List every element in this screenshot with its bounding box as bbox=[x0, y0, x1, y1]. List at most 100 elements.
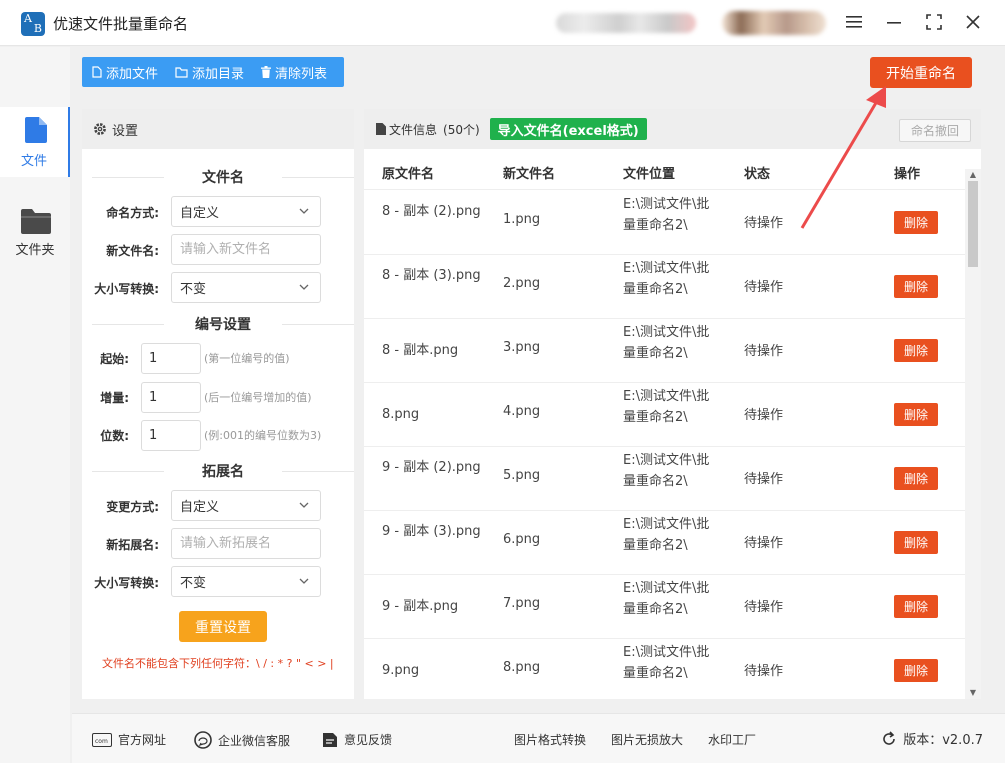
ext-section-title: 拓展名 bbox=[92, 461, 354, 481]
table-row[interactable]: 9 - 副本 (2).png 5.png E:\测试文件\批量重命名2\ 待操作 删除 bbox=[364, 447, 965, 511]
digits-number-input[interactable] bbox=[141, 420, 201, 451]
file-location: E:\测试文件\批量重命名2\ bbox=[623, 645, 710, 681]
nav-file-label: 文件 bbox=[20, 154, 47, 169]
watermark-link[interactable]: 水印工厂 bbox=[708, 731, 756, 748]
file-status: 待操作 bbox=[744, 216, 784, 231]
reset-settings-button[interactable]: 重置设置 bbox=[179, 611, 267, 642]
new-name-input[interactable] bbox=[171, 234, 321, 265]
clear-list-button[interactable]: 清除列表 bbox=[261, 63, 327, 82]
file-status: 待操作 bbox=[744, 472, 784, 487]
wechat-icon bbox=[194, 731, 212, 749]
delete-row-button[interactable]: 删除 bbox=[894, 467, 938, 490]
delete-row-button[interactable]: 删除 bbox=[894, 211, 938, 234]
naming-mode-select[interactable]: 自定义 bbox=[171, 196, 321, 227]
original-filename: 8 - 副本 (3).png bbox=[382, 268, 481, 283]
blurred-user-avatar[interactable] bbox=[722, 11, 826, 35]
document-icon bbox=[376, 123, 386, 135]
digits-hint: (例:001的编号位数为3) bbox=[204, 429, 322, 442]
version-info[interactable]: 版本：v2.0.7 bbox=[881, 729, 983, 748]
step-label: 增量: bbox=[100, 391, 129, 405]
ext-mode-label: 变更方式: bbox=[106, 500, 159, 514]
svg-text:com: com bbox=[95, 738, 108, 745]
add-file-label: 添加文件 bbox=[106, 66, 159, 82]
step-number-input[interactable] bbox=[141, 382, 201, 413]
official-site-label: 官方网址 bbox=[118, 733, 167, 747]
image-enlarge-link[interactable]: 图片无损放大 bbox=[611, 731, 683, 748]
annotation-arrow-icon bbox=[800, 86, 886, 229]
footer-bar: com 官方网址 企业微信客服 意见反馈 图片格式转换 图片无损放大 水印工厂 … bbox=[72, 713, 1005, 763]
file-status: 待操作 bbox=[744, 344, 784, 359]
original-filename: 8.png bbox=[382, 407, 420, 422]
wechat-support-link[interactable]: 企业微信客服 bbox=[194, 731, 290, 749]
case-select[interactable]: 不变 bbox=[171, 272, 321, 303]
col-location: 文件位置 bbox=[623, 167, 676, 182]
start-number-input[interactable] bbox=[141, 343, 201, 374]
file-status: 待操作 bbox=[744, 408, 784, 423]
file-location: E:\测试文件\批量重命名2\ bbox=[623, 581, 710, 617]
ext-mode-select[interactable]: 自定义 bbox=[171, 490, 321, 521]
nav-file[interactable]: 文件 bbox=[0, 107, 70, 177]
table-row[interactable]: 8.png 4.png E:\测试文件\批量重命名2\ 待操作 删除 bbox=[364, 383, 965, 447]
feedback-link[interactable]: 意见反馈 bbox=[322, 731, 392, 748]
import-excel-button[interactable]: 导入文件名(excel格式) bbox=[489, 118, 647, 140]
undo-rename-button[interactable]: 命名撤回 bbox=[899, 119, 971, 142]
table-row[interactable]: 8 - 副本 (3).png 2.png E:\测试文件\批量重命名2\ 待操作 删除 bbox=[364, 255, 965, 319]
add-dir-button[interactable]: 添加目录 bbox=[175, 63, 244, 82]
add-file-button[interactable]: 添加文件 bbox=[92, 63, 158, 82]
toolbar: 添加文件 添加目录 清除列表 bbox=[82, 57, 344, 87]
file-location: E:\测试文件\批量重命名2\ bbox=[623, 197, 710, 233]
chevron-down-icon bbox=[299, 502, 309, 508]
new-filename: 2.png bbox=[503, 276, 541, 291]
minimize-icon[interactable] bbox=[883, 11, 905, 33]
original-filename: 9 - 副本.png bbox=[382, 599, 459, 614]
original-filename: 8 - 副本.png bbox=[382, 343, 459, 358]
image-convert-link[interactable]: 图片格式转换 bbox=[514, 731, 586, 748]
new-ext-label: 新拓展名: bbox=[106, 538, 159, 552]
table-row[interactable]: 9.png 8.png E:\测试文件\批量重命名2\ 待操作 删除 bbox=[364, 639, 965, 699]
feedback-label: 意见反馈 bbox=[344, 733, 393, 747]
original-filename: 9 - 副本 (2).png bbox=[382, 460, 481, 475]
case-label: 大小写转换: bbox=[94, 282, 159, 296]
scroll-thumb[interactable] bbox=[968, 181, 978, 267]
maximize-icon[interactable] bbox=[923, 11, 945, 33]
delete-row-button[interactable]: 删除 bbox=[894, 659, 938, 682]
app-logo-icon: A B bbox=[21, 12, 45, 36]
clear-list-label: 清除列表 bbox=[275, 66, 328, 82]
delete-row-button[interactable]: 删除 bbox=[894, 531, 938, 554]
table-scrollbar[interactable]: ▲ ▼ bbox=[965, 169, 981, 699]
scroll-down-icon[interactable]: ▼ bbox=[968, 688, 978, 698]
wechat-support-label: 企业微信客服 bbox=[218, 733, 291, 748]
add-dir-label: 添加目录 bbox=[192, 66, 245, 82]
delete-row-button[interactable]: 删除 bbox=[894, 275, 938, 298]
delete-row-button[interactable]: 删除 bbox=[894, 403, 938, 426]
table-row[interactable]: 8 - 副本.png 3.png E:\测试文件\批量重命名2\ 待操作 删除 bbox=[364, 319, 965, 383]
ext-mode-value: 自定义 bbox=[180, 500, 220, 515]
delete-row-button[interactable]: 删除 bbox=[894, 595, 938, 618]
logo-letter-b: B bbox=[33, 22, 42, 35]
new-ext-input[interactable] bbox=[171, 528, 321, 559]
case-value: 不变 bbox=[180, 282, 207, 297]
nav-folder[interactable]: 文件夹 bbox=[0, 197, 70, 267]
image-convert-label: 图片格式转换 bbox=[514, 733, 587, 747]
website-icon: com bbox=[92, 732, 112, 747]
official-site-link[interactable]: com 官方网址 bbox=[92, 731, 166, 748]
original-filename: 8 - 副本 (2).png bbox=[382, 204, 481, 219]
table-row[interactable]: 9 - 副本 (3).png 6.png E:\测试文件\批量重命名2\ 待操作 删除 bbox=[364, 511, 965, 575]
file-location: E:\测试文件\批量重命名2\ bbox=[623, 389, 710, 425]
col-new-name: 新文件名 bbox=[503, 167, 556, 182]
close-icon[interactable] bbox=[962, 11, 984, 33]
scroll-up-icon[interactable]: ▲ bbox=[968, 170, 978, 180]
col-original-name: 原文件名 bbox=[382, 167, 435, 182]
col-status: 状态 bbox=[744, 167, 771, 182]
ext-case-select[interactable]: 不变 bbox=[171, 566, 321, 597]
file-count: (50个) bbox=[443, 122, 480, 137]
file-status: 待操作 bbox=[744, 600, 784, 615]
file-info-title: 文件信息 bbox=[389, 122, 438, 137]
original-filename: 9.png bbox=[382, 663, 420, 678]
delete-row-button[interactable]: 删除 bbox=[894, 339, 938, 362]
filename-warning: 文件名不能包含下列任何字符：\ / : * ? " < > | bbox=[102, 657, 334, 670]
menu-icon[interactable] bbox=[843, 11, 865, 33]
watermark-label: 水印工厂 bbox=[708, 733, 757, 747]
table-row[interactable]: 9 - 副本.png 7.png E:\测试文件\批量重命名2\ 待操作 删除 bbox=[364, 575, 965, 639]
feedback-icon bbox=[323, 732, 337, 747]
